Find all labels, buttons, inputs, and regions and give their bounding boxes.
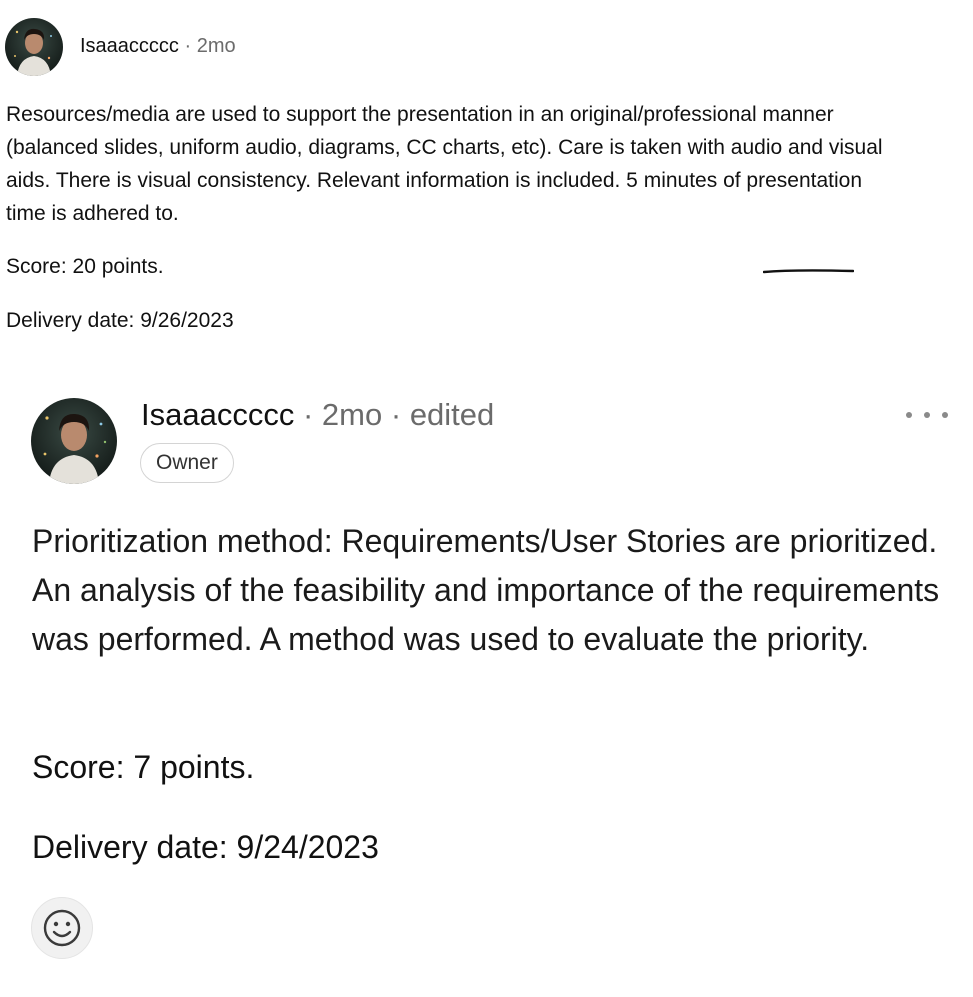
avatar-photo [31, 398, 117, 484]
author-name[interactable]: Isaaaccccc [80, 35, 179, 57]
comment-body: Prioritization method: Requirements/User… [32, 523, 940, 657]
avatar[interactable] [31, 398, 117, 484]
owner-badge: Owner [140, 443, 234, 483]
delivery-date-text: Delivery date: 9/26/2023 [6, 309, 234, 332]
more-dot [942, 412, 948, 418]
add-reaction-button[interactable] [31, 897, 93, 959]
meta-separator: · [302, 397, 314, 432]
author-name[interactable]: Isaaaccccc [141, 397, 294, 432]
comment-header: Isaaaccccc · 2mo [80, 33, 236, 59]
more-options-icon[interactable] [906, 402, 948, 428]
comment-header: Isaaaccccc · 2mo · edited [141, 394, 494, 436]
meta-separator: · [390, 397, 402, 432]
delivery-date-text: Delivery date: 9/24/2023 [32, 829, 379, 865]
score-text: Score: 7 points. [32, 749, 255, 785]
handwritten-underline-mark [763, 269, 854, 274]
timestamp[interactable]: 2mo [197, 35, 236, 57]
smiley-face-icon [43, 909, 81, 947]
meta-separator: · [184, 35, 192, 57]
avatar-photo [5, 18, 63, 76]
comment-body: Resources/media are used to support the … [6, 103, 883, 225]
edited-label: edited [409, 397, 495, 432]
more-dot [906, 412, 912, 418]
score-text: Score: 20 points. [6, 255, 164, 278]
avatar[interactable] [5, 18, 63, 76]
timestamp[interactable]: 2mo [322, 397, 382, 432]
more-dot [924, 412, 930, 418]
